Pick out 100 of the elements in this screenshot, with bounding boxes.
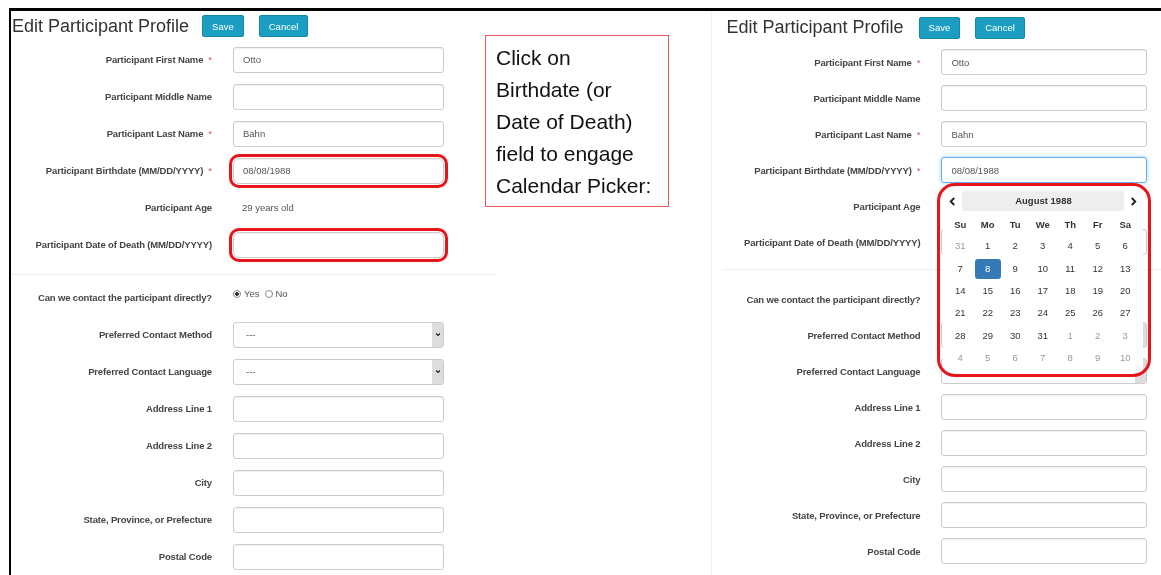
calendar-day[interactable]: 7 [947,258,974,279]
calendar-day[interactable]: 31 [1029,325,1056,346]
field-label: Preferred Contact Method [807,329,921,341]
text-field[interactable] [233,469,444,496]
field-label: Address Line 2 [146,440,212,451]
calendar-day[interactable]: 9 [1002,258,1029,279]
text-field[interactable] [941,394,1148,420]
text-field[interactable]: Otto [941,49,1148,75]
weekday-label: Th [1064,218,1076,230]
calendar-day[interactable]: 30 [1002,325,1029,346]
required-mark: * [208,165,212,176]
radio-label[interactable]: No [275,288,288,299]
calendar-day[interactable]: 8 [974,258,1001,279]
field-label: Participant First Name [105,54,204,65]
text-field[interactable] [233,395,444,422]
field-label: Participant Birthdate (MM/DD/YYYY) [45,165,204,176]
field-label: Preferred Contact Language [88,366,212,377]
dropdown[interactable]: --- [233,321,444,348]
field-label: Address Line 1 [146,403,212,414]
radio-button[interactable] [264,289,273,298]
calendar-day[interactable]: 17 [1029,281,1056,302]
field-label: Participant Date of Death (MM/DD/YYYY) [744,236,921,248]
calendar-day[interactable]: 11 [1057,258,1084,279]
dropdown[interactable]: --- [233,358,444,385]
form-title: Edit Participant Profile [12,15,190,37]
calendar-day[interactable]: 5 [1084,236,1111,257]
calendar-day[interactable]: 25 [1057,303,1084,324]
text-field[interactable]: Bahn [941,121,1148,147]
field-label: Address Line 1 [854,401,921,413]
calendar-day[interactable]: 24 [1029,303,1056,324]
callout-note: Click on Birthdate (or Date of Death) field to engage Calendar Picker: [485,35,670,207]
required-mark: * [916,164,921,176]
field-label: City [903,473,921,485]
field-label: Postal Code [158,551,212,562]
field-label: Participant Date of Death (MM/DD/YYYY) [35,239,212,250]
field-label: Can we contact the participant directly? [746,293,921,305]
calendar-day[interactable]: 21 [947,303,974,324]
field-label: Can we contact the participant directly? [38,292,212,303]
field-label: Participant Last Name [815,128,912,140]
calendar-day[interactable]: 18 [1057,281,1084,302]
field-label: Participant Birthdate (MM/DD/YYYY) [754,164,912,176]
calendar-day[interactable]: 13 [1112,258,1139,279]
calendar-day[interactable]: 10 [1029,258,1056,279]
field-label: Preferred Contact Method [98,329,212,340]
required-mark: * [916,56,921,68]
text-field[interactable] [233,543,444,570]
calendar-day[interactable]: 6 [1112,236,1139,257]
text-field[interactable] [941,430,1148,456]
text-field[interactable] [941,538,1148,564]
calendar-day[interactable]: 12 [1084,258,1111,279]
field-label: Participant Age [853,200,921,212]
field-label: Postal Code [867,545,921,557]
field-label: Participant Last Name [106,128,204,139]
field-label: Address Line 2 [854,437,921,449]
radio-label[interactable]: Yes [244,288,260,299]
text-field[interactable]: Bahn [233,120,444,147]
field-label: State, Province, or Prefecture [83,514,212,525]
calendar-day[interactable]: 28 [947,325,974,346]
text-field[interactable] [233,432,444,459]
weekday-label: Tu [1009,218,1021,230]
text-field[interactable] [941,466,1148,492]
field-label: Preferred Contact Language [796,365,921,377]
calendar-day[interactable]: 23 [1002,303,1029,324]
text-field[interactable] [941,85,1148,111]
calendar-day[interactable]: 16 [1002,281,1029,302]
calendar-day[interactable]: 14 [947,281,974,302]
calendar-day[interactable]: 4 [1057,236,1084,257]
calendar-day[interactable]: 26 [1084,303,1111,324]
weekday-label: Mo [980,218,995,230]
weekday-label: Fr [1092,218,1103,230]
required-mark: * [916,128,921,140]
weekday-label: Sa [1119,218,1131,230]
text-field[interactable]: 08/08/1988 [941,157,1148,183]
calendar-day[interactable]: 29 [974,325,1001,346]
calendar-day[interactable]: 3 [1029,236,1056,257]
month-title[interactable]: August 1988 [962,191,1125,211]
text-field[interactable]: Otto [233,46,444,73]
field-label: City [194,477,212,488]
field-label: Participant Middle Name [105,91,212,102]
calendar-day[interactable]: 1 [974,236,1001,257]
weekday-label: Su [954,218,967,230]
calendar-day[interactable]: 27 [1112,303,1139,324]
calendar-day[interactable]: 20 [1112,281,1139,302]
calendar-day[interactable]: 2 [1002,236,1029,257]
radio-button[interactable] [233,289,241,298]
field-label: Participant First Name [814,56,912,68]
text-field[interactable] [233,506,444,533]
weekday-label: We [1035,218,1050,230]
previous-month-icon[interactable] [949,196,957,206]
calendar-day[interactable]: 15 [974,281,1001,302]
form-title: Edit Participant Profile [726,17,904,38]
text-field[interactable] [233,83,444,110]
field-label: Participant Middle Name [813,92,921,104]
age-value: 29 years old [241,202,294,213]
required-mark: * [208,128,212,139]
calendar-day[interactable]: 19 [1084,281,1111,302]
text-field[interactable] [941,502,1148,528]
required-mark: * [208,54,212,65]
next-month-icon[interactable] [1130,196,1138,206]
calendar-day[interactable]: 22 [974,303,1001,324]
